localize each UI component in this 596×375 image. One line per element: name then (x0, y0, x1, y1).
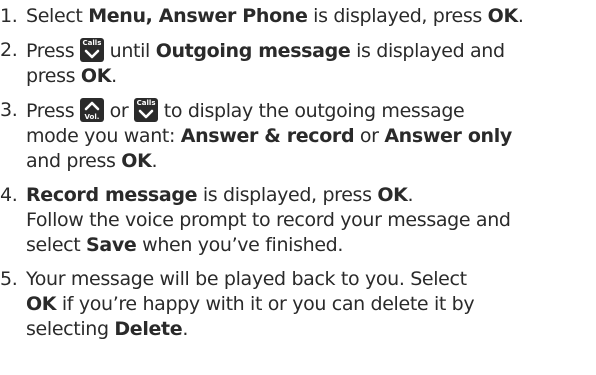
ok-label: OK (487, 5, 519, 27)
ok-label: OK (26, 293, 57, 315)
answer-record-label: Answer & record (180, 125, 355, 147)
record-message-label: Record message (26, 184, 198, 206)
step-number: 1. (0, 5, 18, 27)
outgoing-message-label: Outgoing message (155, 40, 351, 62)
calls-down-key-icon: Calls (134, 98, 159, 122)
step-3: 3. Press Vol. or Calls to display the ou… (0, 98, 512, 172)
menu-answer-phone-label: Menu, Answer Phone (88, 5, 308, 27)
ok-label: OK (80, 65, 112, 87)
step-5: 5. Your message will be played back to y… (0, 268, 475, 340)
answer-only-label: Answer only (384, 125, 512, 147)
step-number: 5. (0, 268, 18, 290)
instruction-steps: 1. Select Menu, Answer Phone is displaye… (0, 4, 596, 351)
step-number: 4. (0, 184, 18, 206)
delete-label: Delete (114, 318, 183, 340)
calls-down-key-icon: Calls (79, 38, 104, 62)
step-2: 2. Press Calls until Outgoing message is… (0, 38, 505, 87)
step-number: 2. (0, 39, 18, 61)
step-4: 4. Record message is displayed, press OK… (0, 184, 511, 256)
vol-up-key-icon: Vol. (79, 98, 104, 122)
step-1: 1. Select Menu, Answer Phone is displaye… (0, 5, 524, 27)
ok-label: OK (377, 184, 408, 206)
step-number: 3. (0, 99, 18, 121)
save-label: Save (86, 234, 137, 256)
ok-label: OK (121, 150, 152, 172)
